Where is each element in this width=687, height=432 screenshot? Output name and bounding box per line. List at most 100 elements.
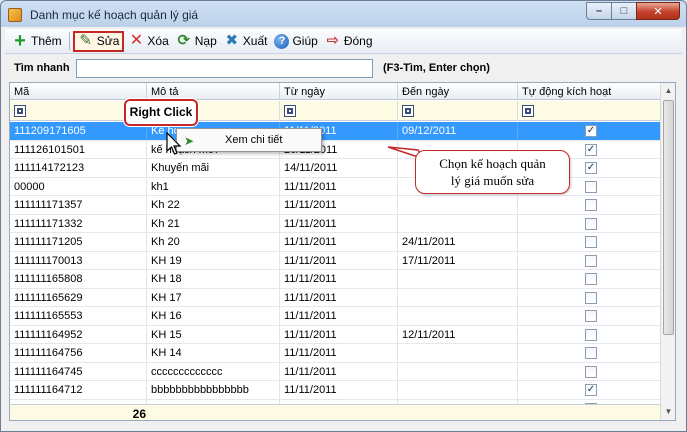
filter-cell-auto[interactable]	[518, 101, 662, 121]
cell-tungay[interactable]: 11/11/2011	[280, 233, 398, 251]
scroll-up-icon[interactable]: ▲	[661, 83, 675, 99]
cell-denngay[interactable]	[398, 196, 518, 214]
cell-denngay[interactable]	[398, 381, 518, 399]
cell-tungay[interactable]: 11/11/2011	[280, 288, 398, 307]
cell-tungay[interactable]: 11/11/2011	[280, 177, 398, 196]
title-bar[interactable]: Danh mục kế hoạch quản lý giá – □ ✕	[1, 1, 686, 28]
cell-denngay[interactable]	[398, 270, 518, 288]
scroll-down-icon[interactable]: ▼	[661, 404, 675, 420]
filter-cell-tungay[interactable]	[280, 101, 398, 121]
quick-search-input[interactable]	[76, 59, 373, 78]
cell-mota[interactable]: KH 16	[147, 307, 280, 325]
scroll-thumb[interactable]	[663, 100, 674, 335]
auto-activate-checkbox[interactable]	[585, 217, 597, 230]
filter-icon[interactable]	[14, 105, 26, 117]
auto-activate-checkbox[interactable]: ✓	[585, 143, 597, 156]
auto-activate-checkbox[interactable]	[585, 291, 597, 304]
cell-mota[interactable]: Kh 21	[147, 214, 280, 233]
close-app-button[interactable]: ⇨ Đóng	[322, 31, 376, 52]
auto-activate-checkbox[interactable]	[585, 236, 597, 248]
cell-ma[interactable]: 111111171205	[10, 233, 147, 251]
table-row[interactable]: 111111171332 Kh 21 11/11/2011	[10, 214, 662, 233]
auto-activate-checkbox[interactable]	[585, 347, 597, 359]
auto-activate-checkbox[interactable]	[585, 199, 597, 211]
table-row[interactable]: 111209171605Kế hoạc11/11/201109/12/2011✓	[10, 122, 662, 141]
cell-ma[interactable]: 111111165553	[10, 307, 147, 325]
cell-denngay[interactable]: 12/11/2011	[398, 325, 518, 344]
cell-denngay[interactable]	[398, 362, 518, 381]
cell-tungay[interactable]: 11/11/2011	[280, 381, 398, 399]
cell-mota[interactable]: ccccccccccccc	[147, 362, 280, 381]
cell-denngay[interactable]: 09/12/2011	[398, 122, 518, 140]
cell-mota[interactable]: KH 18	[147, 270, 280, 288]
cell-ma[interactable]: 111111171332	[10, 214, 147, 233]
cell-tungay[interactable]: 11/11/2011	[280, 344, 398, 362]
cell-tungay[interactable]: 11/11/2011	[280, 251, 398, 270]
table-row[interactable]: 111111165553 KH 16 11/11/2011	[10, 307, 662, 326]
cell-mota[interactable]: bbbbbbbbbbbbbbbb	[147, 381, 280, 399]
auto-activate-checkbox[interactable]: ✓	[585, 162, 597, 174]
cell-ma[interactable]: 111114172123	[10, 159, 147, 177]
auto-activate-checkbox[interactable]: ✓	[585, 125, 597, 137]
table-row[interactable]: 111111165629 KH 17 11/11/2011	[10, 288, 662, 307]
auto-activate-checkbox[interactable]: ✓	[585, 384, 597, 396]
cell-mota[interactable]: KH 14	[147, 344, 280, 362]
cell-ma[interactable]: 00000	[10, 177, 147, 196]
column-header-denngay[interactable]: Đến ngày	[398, 83, 518, 100]
delete-button[interactable]: ✕ Xóa	[125, 31, 171, 52]
context-menu-item-view-detail[interactable]: ➤ Xem chi tiết	[177, 129, 321, 151]
cell-ma[interactable]: 111111165629	[10, 288, 147, 307]
cell-mota[interactable]: KH 17	[147, 288, 280, 307]
auto-activate-checkbox[interactable]	[585, 365, 597, 378]
auto-activate-checkbox[interactable]	[585, 180, 597, 193]
cell-tungay[interactable]: 11/11/2011	[280, 307, 398, 325]
export-button[interactable]: ✖ Xuất	[221, 31, 271, 52]
column-header-mota[interactable]: Mô tả	[147, 83, 280, 100]
cell-tungay[interactable]: 11/11/2011	[280, 214, 398, 233]
cell-mota[interactable]: Kh 22	[147, 196, 280, 214]
close-window-button[interactable]: ✕	[636, 2, 680, 20]
column-header-auto[interactable]: Tự động kích hoạt	[518, 83, 662, 100]
table-row[interactable]: 111111171357 Kh 22 11/11/2011	[10, 196, 662, 215]
table-row[interactable]: 111111164745 ccccccccccccc 11/11/2011	[10, 362, 662, 381]
cell-ma[interactable]: 111111171357	[10, 196, 147, 214]
table-row[interactable]: 111111170013 KH 19 11/11/2011 17/11/2011	[10, 251, 662, 270]
table-row[interactable]: 111111164756 KH 14 11/11/2011	[10, 344, 662, 363]
table-row[interactable]: 111111171205 Kh 20 11/11/2011 24/11/2011	[10, 233, 662, 252]
auto-activate-checkbox[interactable]	[585, 254, 597, 267]
cell-ma[interactable]: 111111170013	[10, 251, 147, 270]
cell-denngay[interactable]	[398, 288, 518, 307]
cell-denngay[interactable]	[398, 307, 518, 325]
edit-button[interactable]: ✎ Sửa	[72, 30, 125, 52]
help-button[interactable]: ? Giúp	[271, 31, 320, 52]
filter-icon[interactable]	[522, 105, 534, 117]
cell-mota[interactable]: kh1	[147, 177, 280, 196]
cell-mota[interactable]: Kh 20	[147, 233, 280, 251]
column-header-tungay[interactable]: Từ ngày	[280, 83, 398, 100]
cell-ma[interactable]: 111111164712	[10, 381, 147, 399]
table-row[interactable]: 111111164952 KH 15 11/11/2011 12/11/2011	[10, 325, 662, 344]
cell-ma[interactable]: 111111164756	[10, 344, 147, 362]
cell-tungay[interactable]: 11/11/2011	[280, 270, 398, 288]
vertical-scrollbar[interactable]: ▲ ▼	[660, 83, 675, 420]
table-row[interactable]: 111111165808 KH 18 11/11/2011	[10, 270, 662, 289]
filter-icon[interactable]	[284, 105, 296, 117]
cell-tungay[interactable]: 11/11/2011	[280, 325, 398, 344]
cell-ma[interactable]: 111111165808	[10, 270, 147, 288]
minimize-button[interactable]: –	[586, 2, 612, 20]
filter-cell-denngay[interactable]	[398, 101, 518, 121]
load-button[interactable]: ⟳ Nạp	[173, 31, 220, 52]
cell-tungay[interactable]: 14/11/2011	[280, 159, 398, 177]
cell-tungay[interactable]: 11/11/2011	[280, 362, 398, 381]
add-button[interactable]: + Thêm	[9, 31, 65, 52]
auto-activate-checkbox[interactable]	[585, 310, 597, 322]
auto-activate-checkbox[interactable]	[585, 273, 597, 285]
cell-mota[interactable]: KH 19	[147, 251, 280, 270]
cell-denngay[interactable]	[398, 214, 518, 233]
cell-ma[interactable]: 111111164745	[10, 362, 147, 381]
cell-denngay[interactable]: 24/11/2011	[398, 233, 518, 251]
cell-tungay[interactable]: 11/11/2011	[280, 196, 398, 214]
cell-mota[interactable]: KH 15	[147, 325, 280, 344]
cell-denngay[interactable]	[398, 344, 518, 362]
cell-ma[interactable]: 111126101501	[10, 140, 147, 159]
